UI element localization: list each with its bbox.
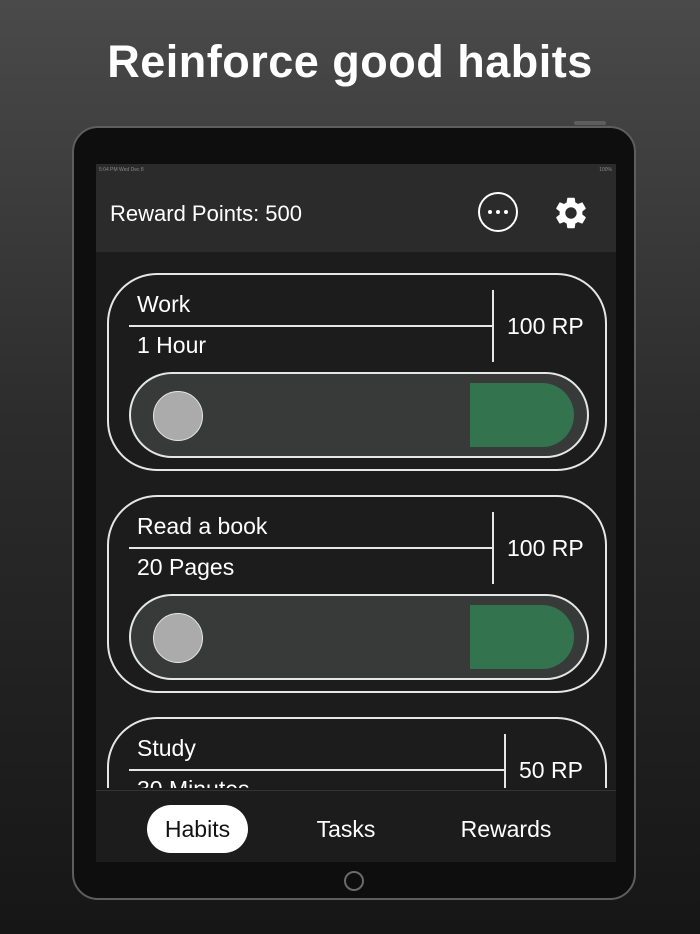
more-dot — [496, 210, 500, 214]
status-bar: 5:04 PM Wed Dec 8 100% — [96, 164, 616, 176]
habit-card[interactable]: Study 30 Minutes 50 RP — [107, 717, 607, 788]
habit-name: Read a book — [137, 513, 268, 539]
habit-card[interactable]: Read a book 20 Pages 100 RP — [107, 495, 607, 693]
divider — [492, 512, 494, 584]
reward-points-label: Reward Points: 500 — [110, 201, 302, 226]
more-options-button[interactable] — [478, 192, 518, 232]
divider — [129, 325, 493, 327]
app-screen: 5:04 PM Wed Dec 8 100% Reward Points: 50… — [96, 164, 616, 862]
habit-points: 50 RP — [519, 757, 583, 783]
divider — [129, 547, 493, 549]
tab-bar: Habits Tasks Rewards — [96, 790, 616, 862]
status-time: 5:04 PM Wed Dec 8 — [99, 167, 144, 173]
habit-amount: 1 Hour — [137, 332, 207, 358]
complete-slider[interactable] — [129, 594, 589, 680]
habit-name: Work — [137, 291, 191, 317]
device-button — [574, 121, 606, 125]
more-dot — [504, 210, 508, 214]
habit-amount: 20 Pages — [137, 554, 235, 580]
slider-knob[interactable] — [153, 391, 203, 441]
habit-points: 100 RP — [507, 535, 584, 561]
status-battery: 100% — [599, 167, 612, 173]
habit-amount: 30 Minutes — [137, 776, 250, 788]
promo-headline: Reinforce good habits — [107, 36, 593, 87]
tab-habits[interactable]: Habits — [147, 805, 248, 853]
divider — [504, 734, 506, 788]
slider-complete-zone — [470, 605, 574, 669]
habit-card[interactable]: Work 1 Hour 100 RP — [107, 273, 607, 471]
gear-icon[interactable] — [552, 194, 590, 232]
slider-knob[interactable] — [153, 613, 203, 663]
complete-slider[interactable] — [129, 372, 589, 458]
tablet-frame: 5:04 PM Wed Dec 8 100% Reward Points: 50… — [72, 126, 636, 900]
home-button[interactable] — [344, 871, 364, 891]
tab-rewards[interactable]: Rewards — [446, 805, 566, 853]
habit-list[interactable]: Work 1 Hour 100 RP Read a book 20 Pages … — [96, 252, 616, 788]
more-dots-icon — [488, 210, 492, 214]
divider — [492, 290, 494, 362]
habit-name: Study — [137, 735, 196, 761]
slider-complete-zone — [470, 383, 574, 447]
top-bar: Reward Points: 500 — [96, 176, 616, 252]
divider — [129, 769, 505, 771]
tab-tasks[interactable]: Tasks — [301, 805, 391, 853]
habit-points: 100 RP — [507, 313, 584, 339]
